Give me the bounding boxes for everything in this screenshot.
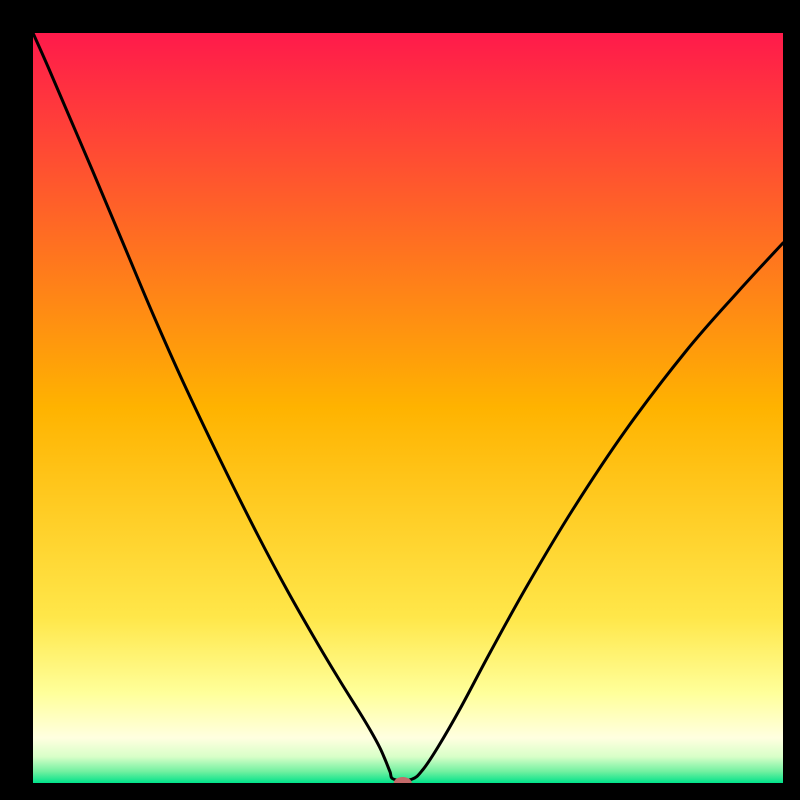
frame-border: [0, 0, 800, 33]
frame-border: [0, 783, 800, 800]
frame-border: [0, 0, 33, 800]
bottleneck-chart: [0, 0, 800, 800]
chart-frame: TheBottleneck.com: [0, 0, 800, 800]
plot-background: [33, 33, 783, 783]
frame-border: [783, 0, 800, 800]
